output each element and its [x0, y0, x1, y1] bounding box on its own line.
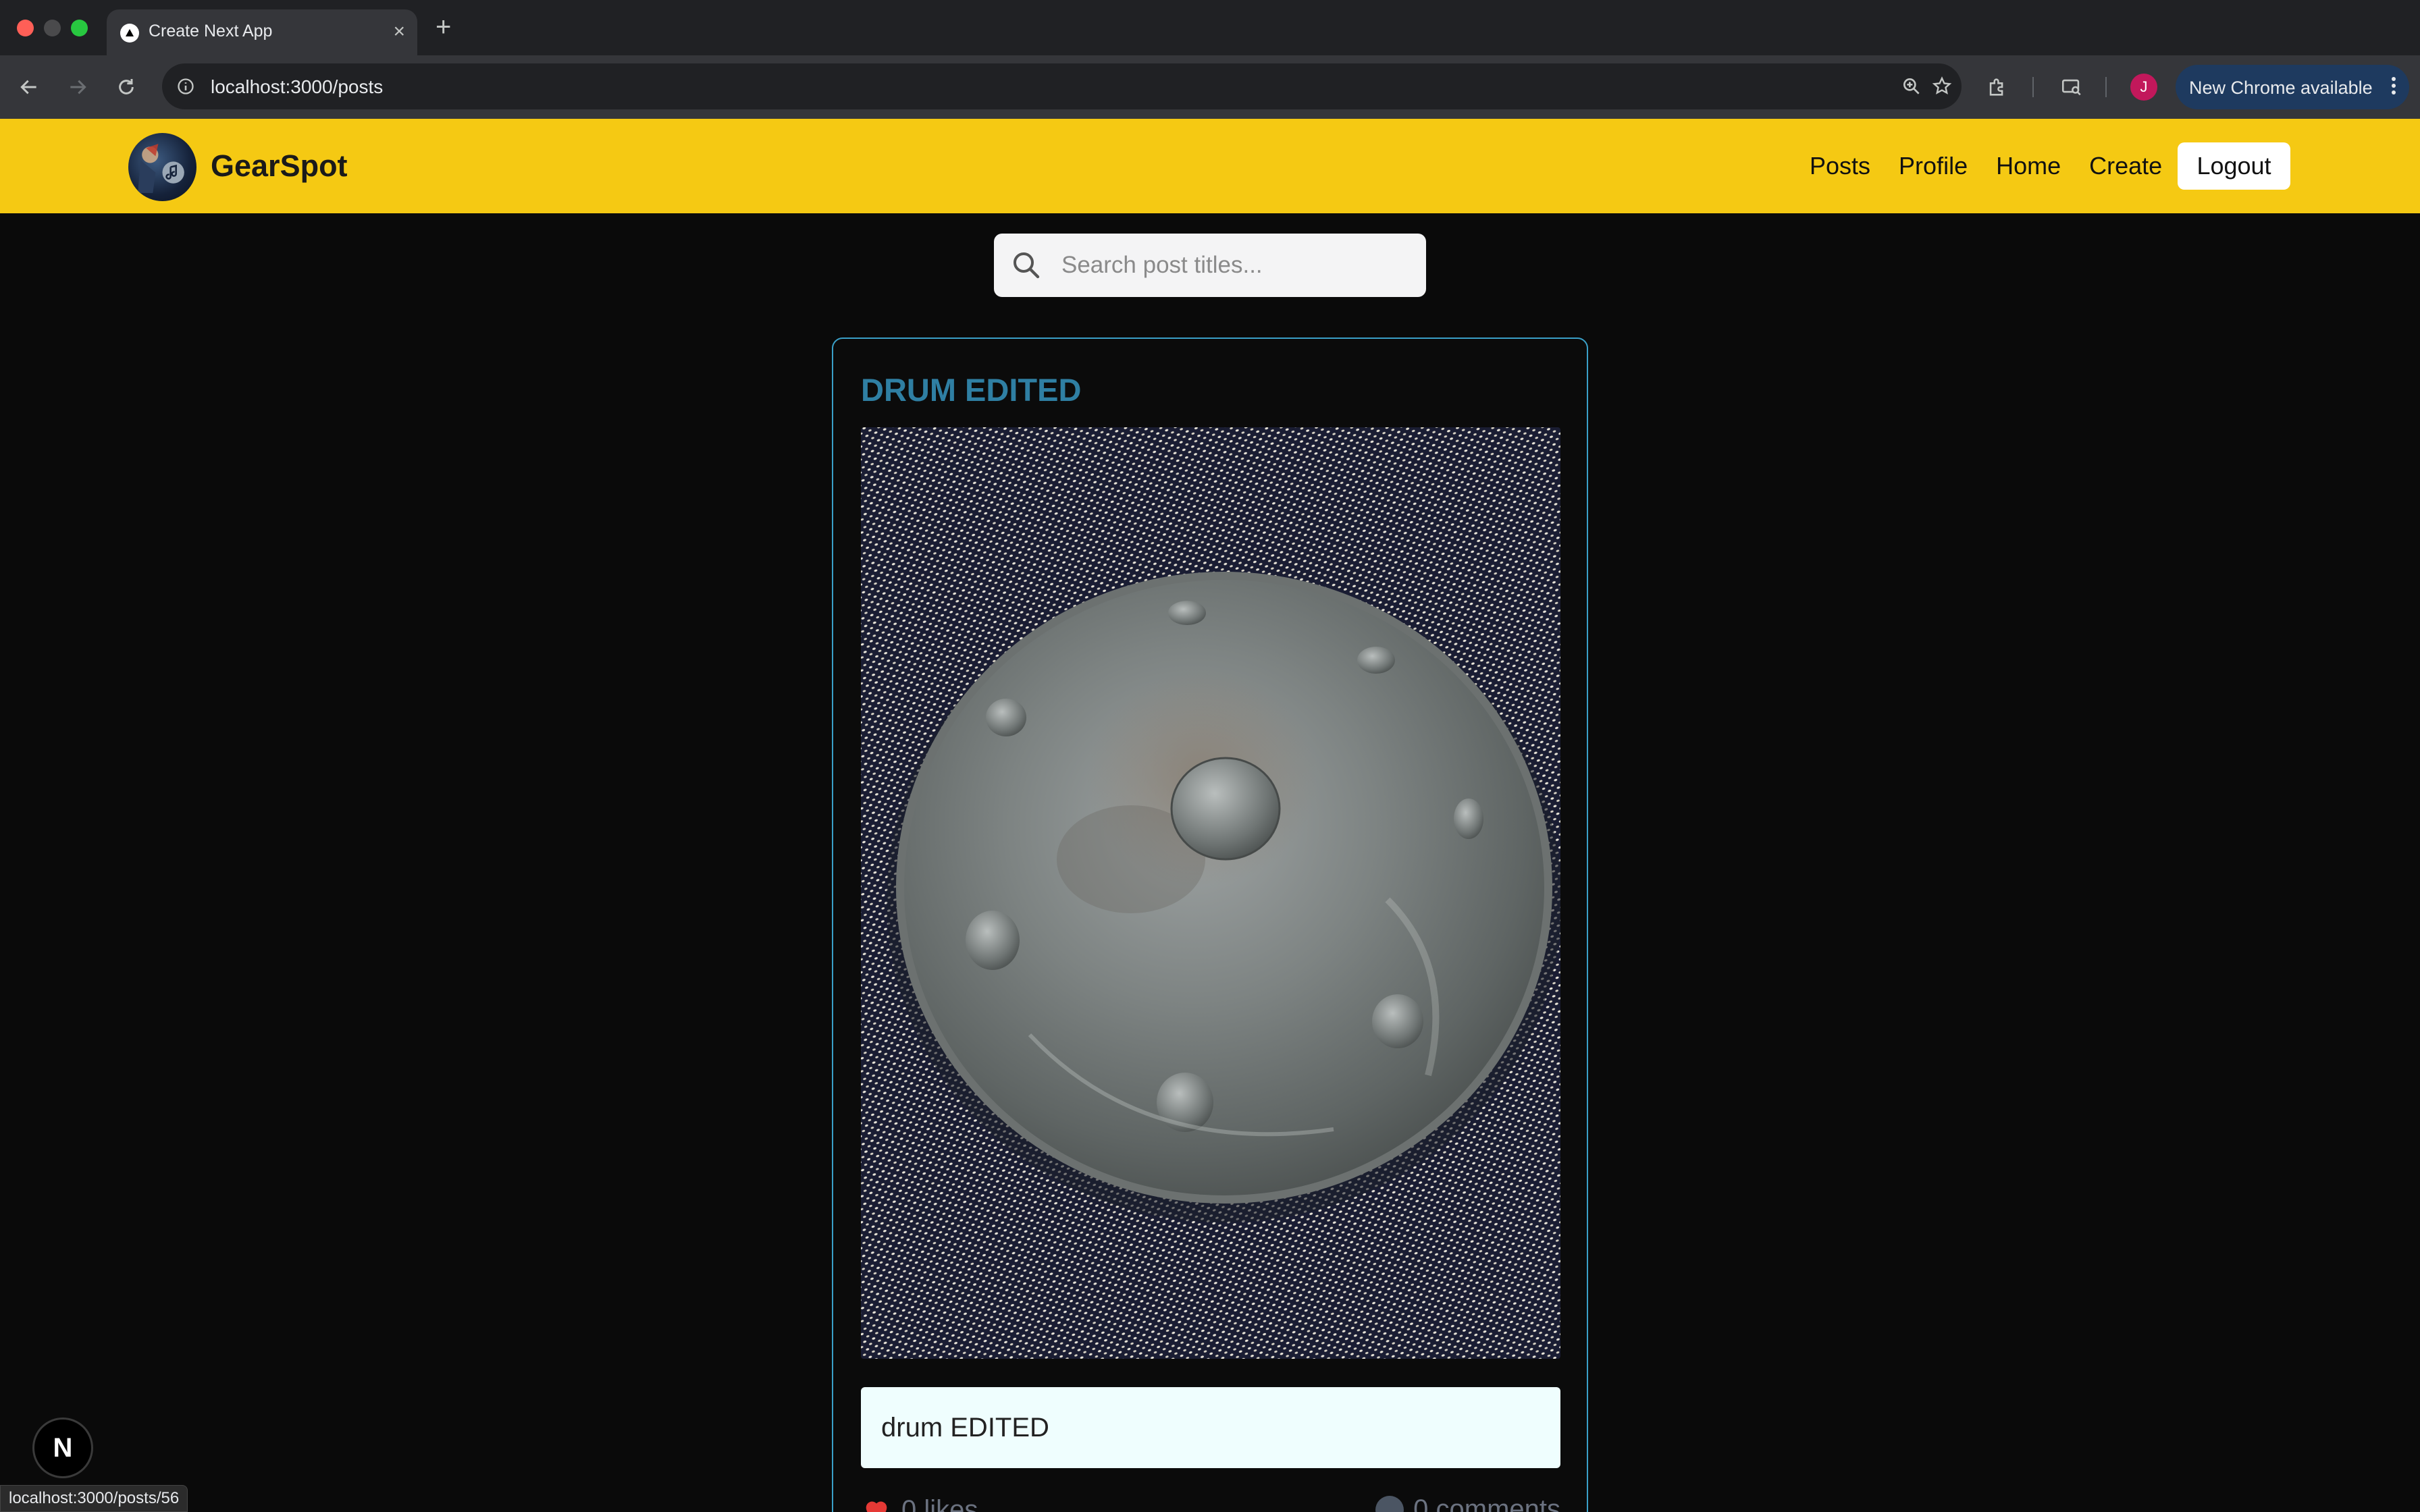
likes-count: 0 likes	[901, 1494, 978, 1512]
post-stats: 0 likes 0 comments	[861, 1494, 1560, 1512]
reload-icon[interactable]	[111, 72, 142, 103]
main-nav: Posts Profile Home Create	[1810, 151, 2190, 181]
back-arrow-icon[interactable]	[14, 72, 45, 103]
toolbar-divider	[2105, 77, 2107, 97]
comments-link[interactable]: 0 comments	[1375, 1494, 1560, 1512]
post-image[interactable]	[861, 427, 1560, 1359]
brand-logo-icon[interactable]	[128, 133, 196, 201]
like-button[interactable]: 0 likes	[861, 1494, 978, 1512]
profile-avatar[interactable]: J	[2130, 74, 2157, 101]
minimize-window-button[interactable]	[44, 20, 61, 36]
post-description: drum EDITED	[861, 1387, 1560, 1468]
link-status-bubble: localhost:3000/posts/56	[0, 1485, 188, 1512]
site-header: GearSpot Posts Profile Home Create Logou…	[0, 119, 2420, 213]
nav-link-home[interactable]: Home	[1996, 151, 2061, 181]
comments-count: 0 comments	[1413, 1494, 1560, 1512]
tab-title: Create Next App	[149, 22, 273, 40]
browser-tab-bar: Create Next App × +	[0, 0, 2420, 55]
nav-link-posts[interactable]: Posts	[1810, 151, 1870, 181]
maximize-window-button[interactable]	[71, 20, 88, 36]
url-text[interactable]: localhost:3000/posts	[211, 76, 383, 98]
site-info-icon[interactable]	[172, 72, 200, 101]
nav-link-profile[interactable]: Profile	[1899, 151, 1968, 181]
toolbar-divider	[2032, 77, 2034, 97]
new-tab-icon[interactable]: +	[436, 11, 451, 43]
tab-close-icon[interactable]: ×	[393, 19, 405, 45]
zoom-icon[interactable]	[1899, 74, 1924, 99]
extensions-icon[interactable]	[1982, 72, 2013, 103]
brand-name[interactable]: GearSpot	[211, 148, 348, 184]
close-window-button[interactable]	[17, 20, 34, 36]
address-bar[interactable]: localhost:3000/posts	[162, 63, 1962, 109]
browser-toolbar: localhost:3000/posts J New Chrome availa…	[0, 55, 2420, 119]
update-label: New Chrome available	[2189, 78, 2373, 98]
comment-icon	[1375, 1495, 1404, 1512]
browser-tab[interactable]: Create Next App ×	[107, 9, 417, 55]
heart-icon	[866, 1501, 887, 1512]
bookmark-star-icon[interactable]	[1930, 74, 1954, 99]
search-box	[994, 234, 1426, 297]
post-title[interactable]: DRUM EDITED	[861, 371, 1081, 408]
kebab-menu-icon[interactable]	[2389, 74, 2398, 100]
nextjs-badge-label: N	[53, 1432, 73, 1463]
post-description-text: drum EDITED	[881, 1413, 1049, 1442]
search-input[interactable]	[1061, 248, 1406, 282]
nav-link-create[interactable]: Create	[2089, 151, 2162, 181]
new-chrome-available-button[interactable]: New Chrome available	[2176, 65, 2409, 109]
nextjs-favicon-icon	[120, 24, 139, 43]
forward-arrow-icon[interactable]	[62, 72, 93, 103]
post-card[interactable]: DRUM EDITED drum EDITED 0 likes 0 commen…	[832, 338, 1588, 1512]
tab-search-icon[interactable]	[2056, 72, 2087, 103]
nextjs-dev-tools-icon[interactable]: N	[32, 1418, 93, 1478]
logout-button[interactable]: Logout	[2178, 142, 2290, 190]
search-icon	[1014, 252, 1040, 279]
